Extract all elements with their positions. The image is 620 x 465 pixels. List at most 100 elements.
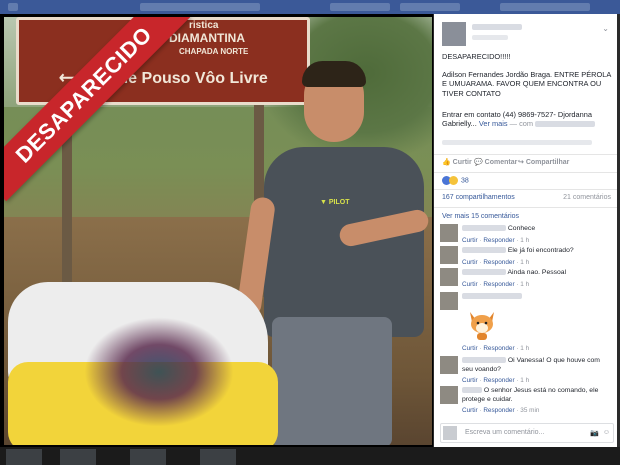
commenter-avatar[interactable]: [440, 356, 458, 374]
like-label: Curtir: [452, 159, 472, 166]
comment-label: Comentar: [484, 159, 518, 166]
comment-meta: Curtir · Responder · 1 h: [462, 259, 530, 266]
search-bar[interactable]: [140, 3, 260, 11]
emoji-icon[interactable]: ☺: [603, 429, 610, 436]
comment-body: Ainda nao. Pessoal: [507, 269, 567, 276]
comment-time: 1 h: [520, 377, 530, 384]
post-side-panel: ⌄ DESAPARECIDO!!!!! Adilson Fernandes Jo…: [434, 14, 617, 447]
comment-time: 1 h: [520, 281, 530, 288]
comment-like-link[interactable]: Curtir: [462, 237, 478, 244]
divider: [434, 189, 617, 190]
commenter-name[interactable]: [462, 357, 506, 364]
comment-meta: Curtir · Responder · 1 h: [462, 237, 530, 244]
home-link[interactable]: [400, 3, 460, 11]
commenter-name[interactable]: [462, 247, 506, 254]
comment-meta: Curtir · Responder · 1 h: [462, 281, 530, 288]
commenter-name[interactable]: [462, 269, 506, 276]
profile-link[interactable]: [330, 3, 390, 11]
commenter-avatar[interactable]: [440, 268, 458, 286]
fox-sticker-icon: [470, 312, 494, 340]
thumbnail[interactable]: [200, 449, 236, 465]
commenter-avatar[interactable]: [440, 246, 458, 264]
comment-text: Ele já foi encontrado?: [462, 247, 612, 256]
reactions-summary[interactable]: 38: [442, 176, 469, 185]
comment-like-link[interactable]: Curtir: [462, 407, 478, 414]
chevron-down-icon[interactable]: ⌄: [602, 24, 609, 33]
comments-count[interactable]: 21 comentários: [563, 194, 611, 201]
divider: [434, 207, 617, 208]
comment-like-link[interactable]: Curtir: [462, 377, 478, 384]
camera-icon[interactable]: 📷: [590, 429, 599, 437]
viewer-avatar: [443, 426, 457, 440]
comment-reply-link[interactable]: Responder: [483, 345, 514, 352]
reactions-count: 38: [461, 177, 469, 185]
comment-placeholder: Escreva um comentário...: [465, 429, 545, 436]
comment-text: Ainda nao. Pessoal: [462, 269, 612, 278]
comment-input[interactable]: Escreva um comentário... 📷 ☺: [440, 423, 614, 443]
author-avatar[interactable]: [442, 22, 466, 46]
person-shorts: [272, 317, 392, 445]
shares-count[interactable]: 167 compartilhamentos: [442, 194, 515, 201]
comment-text: Oi Vanessa! O que houve com seu voando?: [462, 357, 612, 374]
view-more-comments[interactable]: Ver mais 15 comentários: [442, 213, 519, 220]
author-name[interactable]: [472, 24, 522, 30]
comment-reply-link[interactable]: Responder: [483, 281, 514, 288]
commenter-name[interactable]: [462, 387, 482, 394]
comment-text: [462, 293, 612, 302]
commenter-name[interactable]: [462, 225, 506, 232]
facebook-logo-icon[interactable]: [8, 3, 18, 11]
thumbnail[interactable]: [6, 449, 42, 465]
person-hair: [302, 61, 366, 87]
comment-reply-link[interactable]: Responder: [483, 377, 514, 384]
shirt-logo-text: PILOT: [328, 199, 350, 206]
sign-line-3: CHAPADA NORTE: [179, 47, 249, 56]
comment-like-link[interactable]: Curtir: [462, 281, 478, 288]
thumbnail[interactable]: [130, 449, 166, 465]
shirt-logo: ▼ PILOT: [320, 199, 350, 206]
commenter-name[interactable]: [462, 293, 522, 300]
parachute-lines: [84, 317, 234, 427]
sad-reaction-icon: [449, 176, 458, 185]
comment-like-link[interactable]: Curtir: [462, 345, 478, 352]
post-contact: Entrar em contato (44) 9869-7527- Djorda…: [442, 110, 612, 129]
comment-like-link[interactable]: Curtir: [462, 259, 478, 266]
commenter-avatar[interactable]: [440, 292, 458, 310]
sign-line-1: ristica: [189, 20, 219, 31]
comment-body: Conhece: [507, 225, 536, 232]
comment-meta: Curtir · Responder · 1 h: [462, 377, 530, 384]
divider: [434, 154, 617, 155]
see-more-link[interactable]: Ver mais: [479, 119, 508, 128]
tagged-users-line[interactable]: [442, 140, 592, 145]
comment-body: Ele já foi encontrado?: [507, 247, 574, 254]
post-photo[interactable]: ristica DIAMANTINA CHAPADA NORTE ⟵ ista …: [4, 17, 432, 445]
divider: [434, 172, 617, 173]
commenter-avatar[interactable]: [440, 224, 458, 242]
comment-text: Conhece: [462, 225, 612, 234]
post-headline: DESAPARECIDO!!!!!: [442, 52, 511, 61]
post-timestamp[interactable]: [472, 35, 508, 40]
comment-body: O senhor Jesus está no comando, ele prot…: [462, 387, 599, 403]
with-text: — com: [507, 119, 534, 129]
photo-viewer: ristica DIAMANTINA CHAPADA NORTE ⟵ ista …: [0, 14, 433, 447]
comment-time: 1 h: [520, 345, 530, 352]
comment-reply-link[interactable]: Responder: [483, 259, 514, 266]
thumbnail[interactable]: [60, 449, 96, 465]
like-button[interactable]: 👍 Curtir: [442, 158, 472, 166]
comment-reply-link[interactable]: Responder: [483, 407, 514, 414]
post-body: Adilson Fernandes Jordão Braga. ENTRE PÉ…: [442, 70, 611, 98]
comment-button[interactable]: 💬 Comentar: [474, 158, 517, 166]
nav-icons[interactable]: [500, 3, 590, 11]
comment-time: 35 min: [520, 407, 540, 414]
comment-reply-link[interactable]: Responder: [483, 237, 514, 244]
commenter-avatar[interactable]: [440, 386, 458, 404]
tagged-user[interactable]: [535, 121, 596, 128]
comment-meta: Curtir · Responder · 35 min: [462, 407, 540, 414]
share-label: Compartilhar: [525, 159, 570, 166]
pilot-logo-icon: ▼: [320, 199, 327, 206]
share-button[interactable]: ↪ Compartilhar: [518, 158, 569, 166]
post-actions: 👍 Curtir 💬 Comentar ↪ Compartilhar: [434, 158, 617, 172]
comment-meta: Curtir · Responder · 1 h: [462, 345, 530, 352]
facebook-top-bar: [0, 0, 620, 14]
comment-time: 1 h: [520, 259, 530, 266]
share-icon: ↪: [518, 159, 524, 166]
